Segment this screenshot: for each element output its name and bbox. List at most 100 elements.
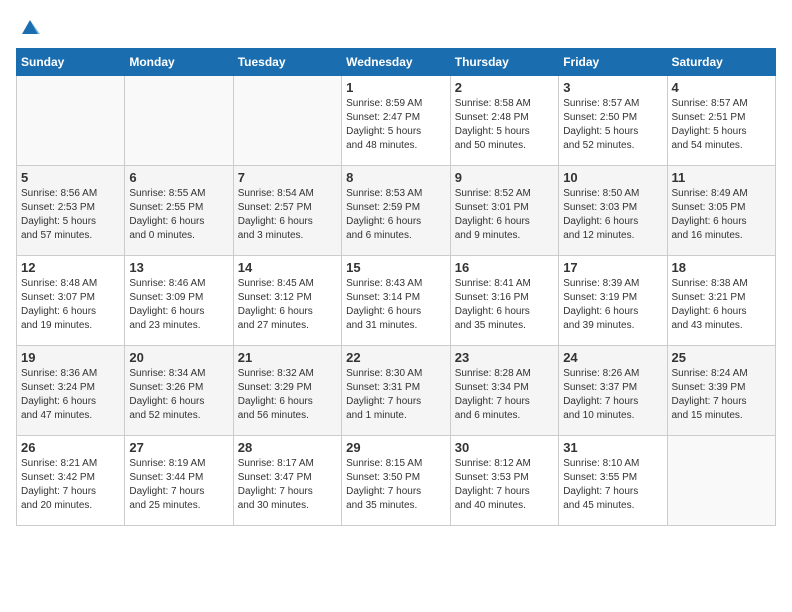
day-info: Sunrise: 8:57 AM Sunset: 2:51 PM Dayligh…: [672, 97, 772, 153]
weekday-header-thursday: Thursday: [450, 49, 558, 76]
calendar-cell: 8 Sunrise: 8:53 AM Sunset: 2:59 PM Daylig…: [342, 166, 451, 256]
day-number: 11: [672, 170, 772, 185]
day-number: 1: [346, 80, 446, 95]
day-info: Sunrise: 8:41 AM Sunset: 3:16 PM Dayligh…: [455, 277, 554, 333]
day-info: Sunrise: 8:39 AM Sunset: 3:19 PM Dayligh…: [563, 277, 662, 333]
day-number: 24: [563, 350, 662, 365]
day-info: Sunrise: 8:56 AM Sunset: 2:53 PM Dayligh…: [21, 187, 120, 243]
calendar-cell: 26 Sunrise: 8:21 AM Sunset: 3:42 PM Dayli…: [17, 436, 125, 526]
day-info: Sunrise: 8:32 AM Sunset: 3:29 PM Dayligh…: [238, 367, 337, 423]
calendar-cell: 11 Sunrise: 8:49 AM Sunset: 3:05 PM Dayli…: [667, 166, 776, 256]
day-info: Sunrise: 8:55 AM Sunset: 2:55 PM Dayligh…: [129, 187, 228, 243]
day-info: Sunrise: 8:57 AM Sunset: 2:50 PM Dayligh…: [563, 97, 662, 153]
day-number: 13: [129, 260, 228, 275]
logo: [16, 16, 42, 36]
day-info: Sunrise: 8:26 AM Sunset: 3:37 PM Dayligh…: [563, 367, 662, 423]
day-number: 16: [455, 260, 554, 275]
calendar-week-row: 26 Sunrise: 8:21 AM Sunset: 3:42 PM Dayli…: [17, 436, 776, 526]
day-number: 5: [21, 170, 120, 185]
day-number: 19: [21, 350, 120, 365]
calendar-cell: 5 Sunrise: 8:56 AM Sunset: 2:53 PM Daylig…: [17, 166, 125, 256]
day-info: Sunrise: 8:46 AM Sunset: 3:09 PM Dayligh…: [129, 277, 228, 333]
calendar-cell: 7Sunrise: 8:54 AM Sunset: 2:57 PM Daylig…: [233, 166, 341, 256]
day-number: 18: [672, 260, 772, 275]
day-info: Sunrise: 8:50 AM Sunset: 3:03 PM Dayligh…: [563, 187, 662, 243]
calendar-cell: 21 Sunrise: 8:32 AM Sunset: 3:29 PM Dayli…: [233, 346, 341, 436]
weekday-header-wednesday: Wednesday: [342, 49, 451, 76]
weekday-header-friday: Friday: [559, 49, 667, 76]
weekday-header-row: SundayMondayTuesdayWednesdayThursdayFrid…: [17, 49, 776, 76]
logo-icon: [18, 16, 42, 40]
day-info: Sunrise: 8:49 AM Sunset: 3:05 PM Dayligh…: [672, 187, 772, 243]
calendar-cell: 23 Sunrise: 8:28 AM Sunset: 3:34 PM Dayli…: [450, 346, 558, 436]
day-number: 2: [455, 80, 554, 95]
calendar-cell: 30 Sunrise: 8:12 AM Sunset: 3:53 PM Dayli…: [450, 436, 558, 526]
calendar-cell: 9 Sunrise: 8:52 AM Sunset: 3:01 PM Daylig…: [450, 166, 558, 256]
day-info: Sunrise: 8:12 AM Sunset: 3:53 PM Dayligh…: [455, 457, 554, 513]
day-info: Sunrise: 8:17 AM Sunset: 3:47 PM Dayligh…: [238, 457, 337, 513]
day-number: 14: [238, 260, 337, 275]
day-info: Sunrise: 8:38 AM Sunset: 3:21 PM Dayligh…: [672, 277, 772, 333]
calendar-cell: 29Sunrise: 8:15 AM Sunset: 3:50 PM Dayli…: [342, 436, 451, 526]
calendar-cell: [17, 76, 125, 166]
day-number: 25: [672, 350, 772, 365]
day-info: Sunrise: 8:24 AM Sunset: 3:39 PM Dayligh…: [672, 367, 772, 423]
calendar-cell: 20Sunrise: 8:34 AM Sunset: 3:26 PM Dayli…: [125, 346, 233, 436]
day-info: Sunrise: 8:15 AM Sunset: 3:50 PM Dayligh…: [346, 457, 446, 513]
day-info: Sunrise: 8:43 AM Sunset: 3:14 PM Dayligh…: [346, 277, 446, 333]
day-info: Sunrise: 8:52 AM Sunset: 3:01 PM Dayligh…: [455, 187, 554, 243]
day-info: Sunrise: 8:48 AM Sunset: 3:07 PM Dayligh…: [21, 277, 120, 333]
calendar-cell: 18 Sunrise: 8:38 AM Sunset: 3:21 PM Dayli…: [667, 256, 776, 346]
day-info: Sunrise: 8:45 AM Sunset: 3:12 PM Dayligh…: [238, 277, 337, 333]
calendar-cell: 4 Sunrise: 8:57 AM Sunset: 2:51 PM Daylig…: [667, 76, 776, 166]
calendar-cell: 2 Sunrise: 8:58 AM Sunset: 2:48 PM Daylig…: [450, 76, 558, 166]
day-info: Sunrise: 8:28 AM Sunset: 3:34 PM Dayligh…: [455, 367, 554, 423]
day-info: Sunrise: 8:53 AM Sunset: 2:59 PM Dayligh…: [346, 187, 446, 243]
calendar-cell: 27 Sunrise: 8:19 AM Sunset: 3:44 PM Dayli…: [125, 436, 233, 526]
calendar-week-row: 12Sunrise: 8:48 AM Sunset: 3:07 PM Dayli…: [17, 256, 776, 346]
calendar-cell: 24 Sunrise: 8:26 AM Sunset: 3:37 PM Dayli…: [559, 346, 667, 436]
calendar-cell: 25 Sunrise: 8:24 AM Sunset: 3:39 PM Dayli…: [667, 346, 776, 436]
calendar-cell: 19 Sunrise: 8:36 AM Sunset: 3:24 PM Dayli…: [17, 346, 125, 436]
calendar-cell: 12Sunrise: 8:48 AM Sunset: 3:07 PM Dayli…: [17, 256, 125, 346]
day-number: 31: [563, 440, 662, 455]
day-number: 21: [238, 350, 337, 365]
day-number: 26: [21, 440, 120, 455]
day-number: 6: [129, 170, 228, 185]
calendar-cell: 22 Sunrise: 8:30 AM Sunset: 3:31 PM Dayli…: [342, 346, 451, 436]
calendar-cell: 13 Sunrise: 8:46 AM Sunset: 3:09 PM Dayli…: [125, 256, 233, 346]
day-number: 15: [346, 260, 446, 275]
calendar-cell: 15 Sunrise: 8:43 AM Sunset: 3:14 PM Dayli…: [342, 256, 451, 346]
day-number: 20: [129, 350, 228, 365]
day-number: 10: [563, 170, 662, 185]
day-number: 3: [563, 80, 662, 95]
calendar-cell: [125, 76, 233, 166]
calendar-week-row: 19 Sunrise: 8:36 AM Sunset: 3:24 PM Dayli…: [17, 346, 776, 436]
day-number: 4: [672, 80, 772, 95]
calendar-cell: [233, 76, 341, 166]
day-info: Sunrise: 8:36 AM Sunset: 3:24 PM Dayligh…: [21, 367, 120, 423]
weekday-header-monday: Monday: [125, 49, 233, 76]
day-number: 22: [346, 350, 446, 365]
day-info: Sunrise: 8:58 AM Sunset: 2:48 PM Dayligh…: [455, 97, 554, 153]
weekday-header-saturday: Saturday: [667, 49, 776, 76]
day-number: 27: [129, 440, 228, 455]
weekday-header-tuesday: Tuesday: [233, 49, 341, 76]
day-number: 30: [455, 440, 554, 455]
day-number: 9: [455, 170, 554, 185]
day-number: 7: [238, 170, 337, 185]
calendar-cell: 6 Sunrise: 8:55 AM Sunset: 2:55 PM Daylig…: [125, 166, 233, 256]
day-info: Sunrise: 8:10 AM Sunset: 3:55 PM Dayligh…: [563, 457, 662, 513]
calendar-table: SundayMondayTuesdayWednesdayThursdayFrid…: [16, 48, 776, 526]
day-info: Sunrise: 8:30 AM Sunset: 3:31 PM Dayligh…: [346, 367, 446, 423]
calendar-cell: 14 Sunrise: 8:45 AM Sunset: 3:12 PM Dayli…: [233, 256, 341, 346]
calendar-cell: 17Sunrise: 8:39 AM Sunset: 3:19 PM Dayli…: [559, 256, 667, 346]
calendar-week-row: 5 Sunrise: 8:56 AM Sunset: 2:53 PM Daylig…: [17, 166, 776, 256]
calendar-cell: 1 Sunrise: 8:59 AM Sunset: 2:47 PM Daylig…: [342, 76, 451, 166]
day-number: 8: [346, 170, 446, 185]
day-info: Sunrise: 8:59 AM Sunset: 2:47 PM Dayligh…: [346, 97, 446, 153]
day-info: Sunrise: 8:21 AM Sunset: 3:42 PM Dayligh…: [21, 457, 120, 513]
day-info: Sunrise: 8:19 AM Sunset: 3:44 PM Dayligh…: [129, 457, 228, 513]
calendar-cell: 31 Sunrise: 8:10 AM Sunset: 3:55 PM Dayli…: [559, 436, 667, 526]
day-number: 23: [455, 350, 554, 365]
